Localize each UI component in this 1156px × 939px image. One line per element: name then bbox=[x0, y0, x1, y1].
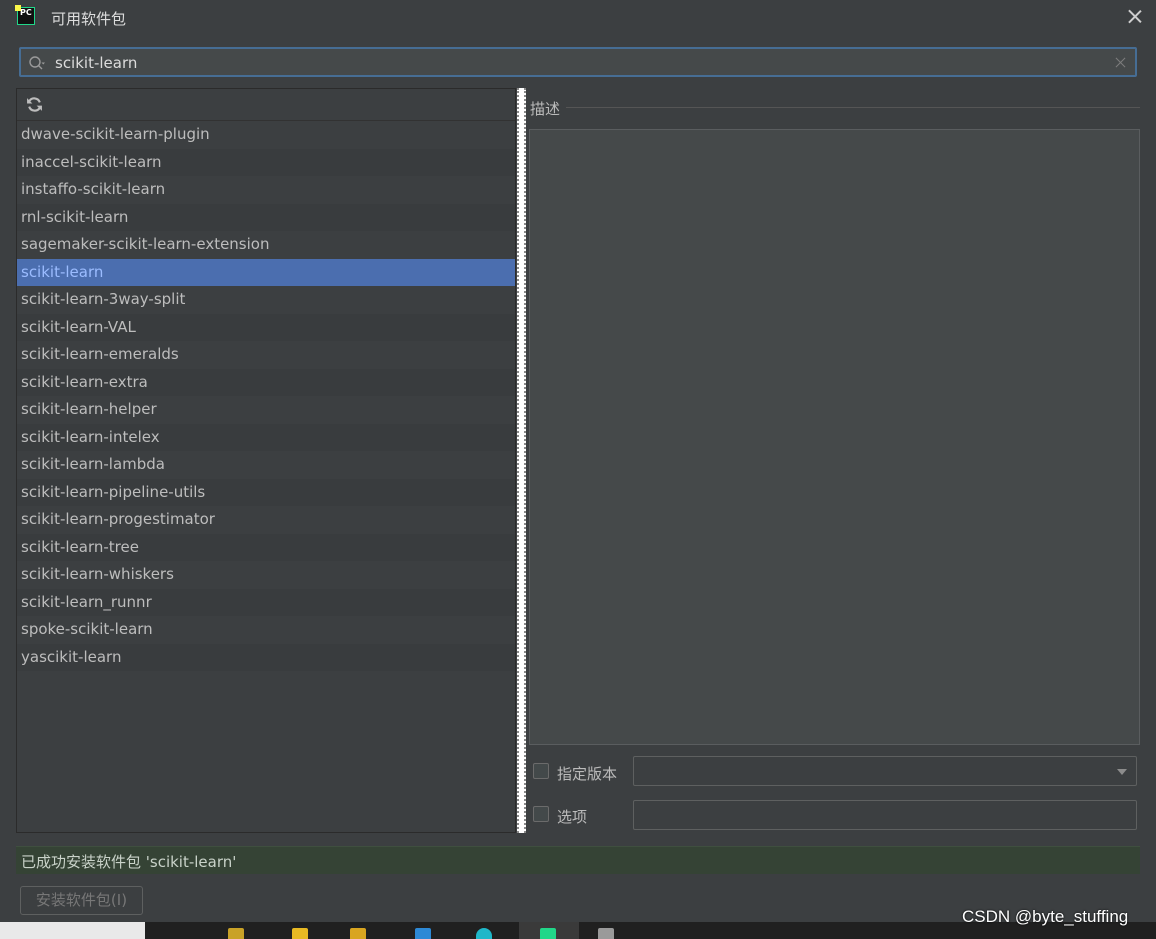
pycharm-logo-icon: PC bbox=[15, 5, 35, 25]
package-list-item[interactable]: sagemaker-scikit-learn-extension bbox=[17, 231, 515, 259]
taskbar-thumbnail bbox=[0, 922, 145, 939]
package-list-item[interactable]: scikit-learn-extra bbox=[17, 368, 515, 396]
options-label: 选项 bbox=[557, 808, 588, 826]
package-list-item[interactable]: scikit-learn-pipeline-utils bbox=[17, 478, 515, 506]
package-list-item[interactable]: inaccel-scikit-learn bbox=[17, 148, 515, 176]
version-select[interactable] bbox=[633, 756, 1137, 786]
package-list-item[interactable]: scikit-learn-intelex bbox=[17, 423, 515, 451]
status-message: 已成功安装软件包 'scikit-learn' bbox=[21, 853, 237, 871]
refresh-icon[interactable] bbox=[26, 96, 43, 113]
package-list-item[interactable]: scikit-learn-3way-split bbox=[17, 286, 515, 314]
title-bar: PC 可用软件包 bbox=[0, 0, 1156, 34]
folder-icon[interactable] bbox=[350, 928, 366, 939]
package-list-item[interactable]: scikit-learn-VAL bbox=[17, 313, 515, 341]
package-list-item[interactable]: scikit-learn-whiskers bbox=[17, 561, 515, 589]
options-checkbox[interactable] bbox=[533, 806, 549, 822]
search-icon bbox=[29, 56, 45, 70]
taskbar-app-icon[interactable] bbox=[598, 928, 614, 939]
dialog-title: 可用软件包 bbox=[51, 10, 127, 28]
description-area bbox=[529, 129, 1140, 745]
specify-version-checkbox[interactable] bbox=[533, 763, 549, 779]
package-list-item[interactable]: scikit-learn bbox=[17, 258, 515, 286]
status-bar: 已成功安装软件包 'scikit-learn' bbox=[16, 846, 1140, 874]
panel-splitter[interactable] bbox=[517, 88, 526, 833]
close-button[interactable] bbox=[1124, 6, 1146, 28]
package-list-item[interactable]: scikit-learn_runnr bbox=[17, 588, 515, 616]
package-list-item[interactable]: scikit-learn-tree bbox=[17, 533, 515, 561]
pycharm-taskbar-icon[interactable] bbox=[540, 928, 556, 939]
install-package-button[interactable]: 安装软件包(I) bbox=[20, 886, 143, 915]
package-list-item[interactable]: scikit-learn-lambda bbox=[17, 451, 515, 479]
package-list-item[interactable]: rnl-scikit-learn bbox=[17, 203, 515, 231]
taskbar-app-icon[interactable] bbox=[228, 928, 244, 939]
package-list-item[interactable]: yascikit-learn bbox=[17, 643, 515, 671]
package-list-item[interactable]: scikit-learn-emeralds bbox=[17, 341, 515, 369]
package-list-item[interactable]: instaffo-scikit-learn bbox=[17, 176, 515, 204]
description-label: 描述 bbox=[530, 100, 561, 118]
package-list-item[interactable]: scikit-learn-progestimator bbox=[17, 506, 515, 534]
package-list-item[interactable]: spoke-scikit-learn bbox=[17, 616, 515, 644]
list-toolbar bbox=[17, 89, 515, 121]
package-list-item[interactable]: dwave-scikit-learn-plugin bbox=[17, 121, 515, 149]
chevron-down-icon bbox=[1117, 769, 1127, 775]
package-list: dwave-scikit-learn-plugin inaccel-scikit-… bbox=[17, 121, 515, 671]
package-list-item[interactable]: scikit-learn-helper bbox=[17, 396, 515, 424]
options-input[interactable] bbox=[633, 800, 1137, 830]
specify-version-label: 指定版本 bbox=[557, 765, 618, 783]
watermark: CSDN @byte_stuffing bbox=[962, 907, 1129, 926]
search-field[interactable] bbox=[19, 47, 1137, 77]
clear-search-icon[interactable] bbox=[1115, 57, 1126, 68]
taskbar-app-icon[interactable] bbox=[476, 928, 492, 939]
taskbar-app-icon[interactable] bbox=[415, 928, 431, 939]
description-divider bbox=[566, 107, 1140, 108]
package-list-panel: dwave-scikit-learn-plugin inaccel-scikit-… bbox=[16, 88, 516, 833]
search-input[interactable] bbox=[55, 52, 1095, 74]
taskbar-app-icon[interactable] bbox=[292, 928, 308, 939]
